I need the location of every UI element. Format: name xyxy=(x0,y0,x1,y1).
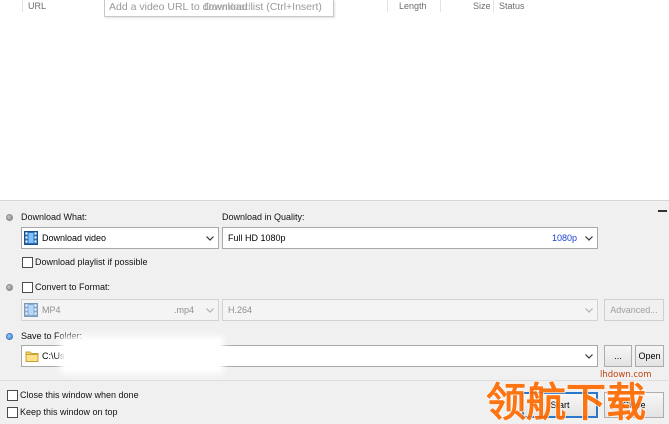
advanced-button[interactable]: Advanced... xyxy=(604,299,664,321)
close-when-done-checkbox[interactable] xyxy=(7,390,18,401)
download-list[interactable]: URL Length Size Status Add a video URL t… xyxy=(0,0,669,201)
section-bullet-icon xyxy=(6,333,13,340)
keep-on-top-label[interactable]: Keep this window on top xyxy=(20,407,118,417)
close-when-done-label[interactable]: Close this window when done xyxy=(20,390,139,400)
download-what-select[interactable]: Download video xyxy=(21,227,219,249)
download-what-label: Download What: xyxy=(21,212,88,222)
film-icon xyxy=(24,231,38,245)
format-extension: .mp4 xyxy=(174,305,195,315)
codec-value: H.264 xyxy=(228,305,253,315)
column-separator xyxy=(22,0,23,12)
convert-format-checkbox[interactable] xyxy=(22,282,33,293)
column-header-overlap: Download xyxy=(204,1,251,13)
column-separator xyxy=(387,0,388,12)
column-separator xyxy=(440,0,441,12)
watermark-url: lhdown.com xyxy=(600,370,652,380)
save-folder-path: C:\Us xyxy=(42,351,65,361)
section-bullet-icon xyxy=(6,214,13,221)
column-header-size[interactable]: Size xyxy=(473,1,491,11)
quality-value: Full HD 1080p xyxy=(228,233,286,243)
svg-text:领航下载: 领航下载 xyxy=(486,380,646,424)
format-select[interactable]: MP4 .mp4 xyxy=(21,299,219,321)
section-bullet-icon xyxy=(6,284,13,291)
collapse-handle-icon[interactable] xyxy=(658,210,667,212)
column-header-status[interactable]: Status xyxy=(499,1,525,11)
codec-select[interactable]: H.264 xyxy=(222,299,598,321)
quality-badge: 1080p xyxy=(552,233,578,243)
chevron-down-icon xyxy=(205,305,215,315)
quality-label: Download in Quality: xyxy=(222,212,305,222)
chevron-down-icon xyxy=(584,233,594,243)
column-header-url[interactable]: URL xyxy=(28,1,46,11)
keep-on-top-checkbox[interactable] xyxy=(7,407,18,418)
chevron-down-icon xyxy=(205,233,215,243)
film-icon xyxy=(24,303,38,317)
column-header-length[interactable]: Length xyxy=(399,1,427,11)
quality-select[interactable]: Full HD 1080p 1080p xyxy=(222,227,598,249)
download-what-value: Download video xyxy=(42,233,107,243)
folder-icon xyxy=(25,349,39,365)
redaction-blur xyxy=(64,340,220,370)
chevron-down-icon xyxy=(584,305,594,315)
convert-format-label[interactable]: Convert to Format: xyxy=(35,282,110,292)
column-separator xyxy=(493,0,494,12)
download-playlist-label[interactable]: Download playlist if possible xyxy=(35,257,148,267)
chevron-down-icon xyxy=(584,351,594,361)
format-value: MP4 xyxy=(42,305,61,315)
download-playlist-checkbox[interactable] xyxy=(22,257,33,268)
